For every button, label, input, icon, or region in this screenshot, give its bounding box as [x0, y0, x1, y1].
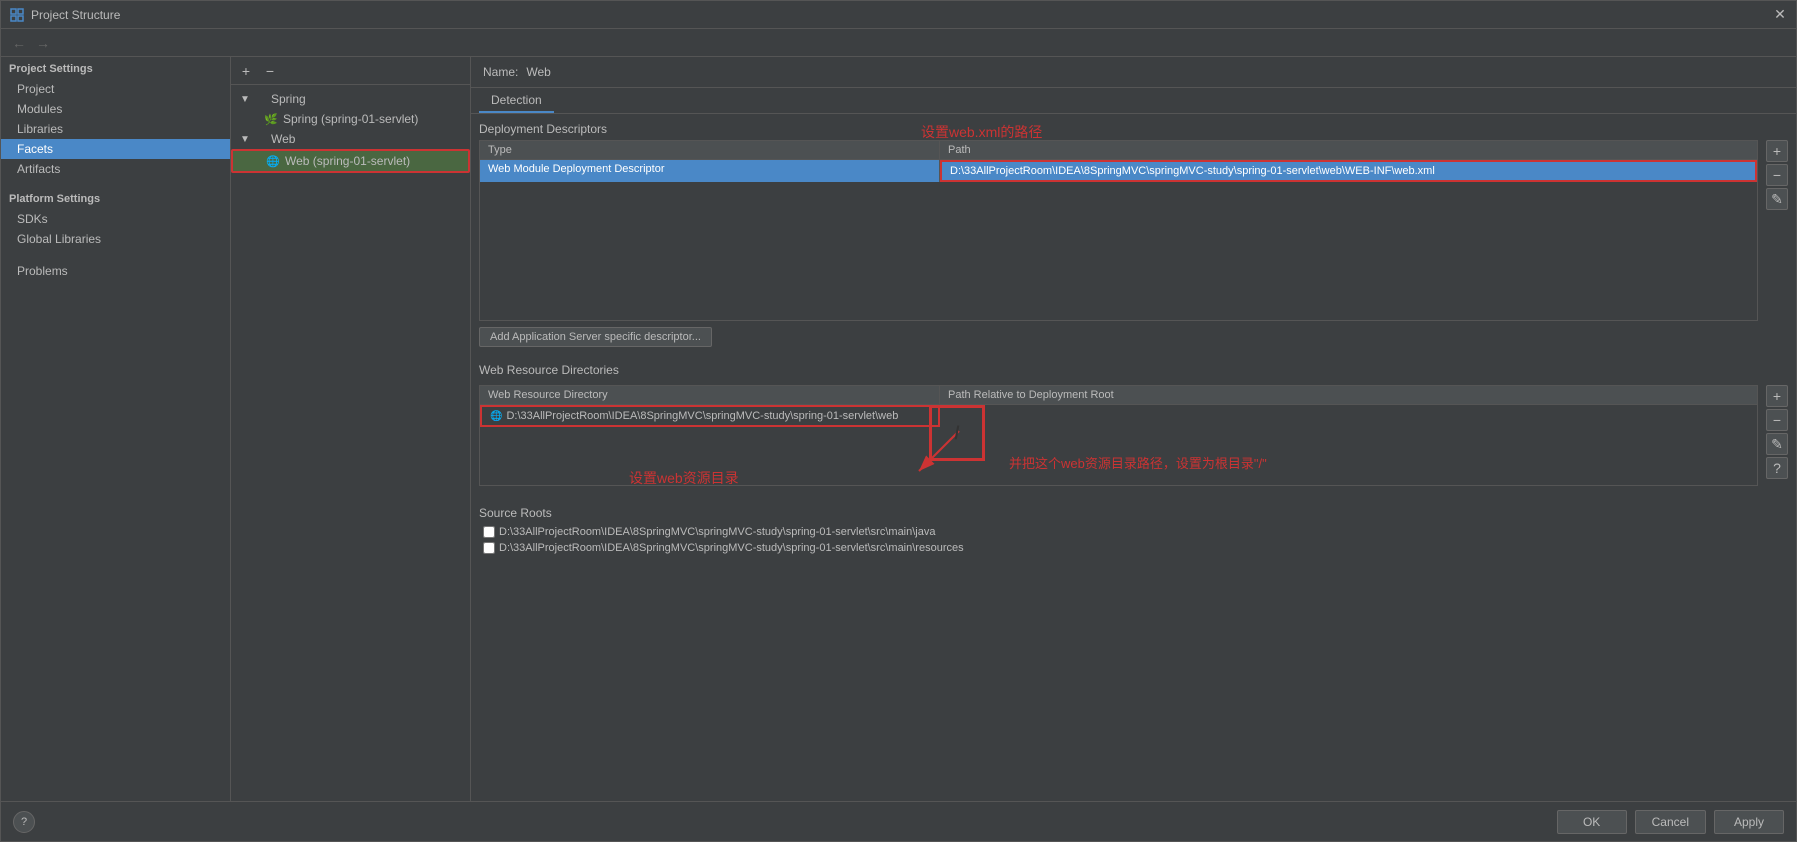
window-controls: ✕ — [1772, 7, 1788, 23]
deployment-table: Type Path Web Module Deployment Descript… — [479, 140, 1758, 321]
tree-node-web[interactable]: ▼ Web — [231, 129, 470, 149]
sidebar-item-facets[interactable]: Facets — [1, 139, 230, 159]
web-resource-header: Web Resource Directory Path Relative to … — [480, 386, 1757, 405]
sidebar-item-project[interactable]: Project — [1, 79, 230, 99]
sidebar-item-sdks[interactable]: SDKs — [1, 209, 230, 229]
deployment-cell-path-0: D:\33AllProjectRoom\IDEA\8SpringMVC\spri… — [940, 160, 1757, 182]
spring-group-label: Spring — [271, 92, 306, 106]
bottom-bar: ? OK Cancel Apply — [1, 801, 1796, 841]
source-roots-section: Source Roots D:\33AllProjectRoom\IDEA\8S… — [479, 506, 1788, 556]
sidebar-item-modules[interactable]: Modules — [1, 99, 230, 119]
web-resource-table: Web Resource Directory Path Relative to … — [479, 385, 1758, 486]
content-panel: Name: Web Detection Deployment Descripto… — [471, 57, 1796, 801]
wr-remove-btn[interactable]: − — [1766, 409, 1788, 431]
wr-add-btn[interactable]: + — [1766, 385, 1788, 407]
facets-tree: ▼ Spring 🌿 Spring (spring-01-servlet) ▼ … — [231, 85, 470, 801]
wr-edit-btn[interactable]: ✎ — [1766, 433, 1788, 455]
sidebar-item-global-libraries[interactable]: Global Libraries — [1, 229, 230, 249]
tabs-bar: Detection — [471, 88, 1796, 114]
project-structure-window: Project Structure ✕ ← → Project Settings… — [0, 0, 1797, 842]
web-group-label: Web — [271, 132, 295, 146]
facets-tree-panel: + − ▼ Spring 🌿 Spring (spring-01-servlet… — [231, 57, 471, 801]
back-button[interactable]: ← — [9, 33, 29, 53]
tree-node-spring[interactable]: ▼ Spring — [231, 89, 470, 109]
deployment-table-container: Type Path Web Module Deployment Descript… — [479, 140, 1758, 321]
web-resource-label: Web Resource Directories — [479, 363, 1788, 377]
deployment-row-0[interactable]: Web Module Deployment Descriptor D:\33Al… — [480, 160, 1757, 182]
deployment-table-body: Web Module Deployment Descriptor D:\33Al… — [480, 160, 1757, 320]
nav-bar: ← → — [1, 29, 1796, 57]
main-content: Project Settings Project Modules Librari… — [1, 57, 1796, 801]
spring-expand-arrow: ▼ — [239, 94, 251, 105]
path-column-header: Path — [940, 141, 1757, 159]
web-resource-section: Web Resource Directories Web Resource Di… — [479, 363, 1788, 486]
deployment-edit-btn[interactable]: ✎ — [1766, 188, 1788, 210]
deployment-side-buttons: + − ✎ — [1766, 140, 1788, 210]
tree-item-spring-servlet[interactable]: 🌿 Spring (spring-01-servlet) — [231, 109, 470, 129]
sidebar-item-libraries[interactable]: Libraries — [1, 119, 230, 139]
cancel-button[interactable]: Cancel — [1635, 810, 1706, 834]
web-resource-body: 🌐 D:\33AllProjectRoom\IDEA\8SpringMVC\sp… — [480, 405, 1757, 485]
wr-dir-header: Web Resource Directory — [480, 386, 940, 404]
close-button[interactable]: ✕ — [1772, 7, 1788, 23]
web-expand-arrow: ▼ — [239, 134, 251, 145]
deployment-descriptors-label: Deployment Descriptors — [479, 122, 1788, 136]
titlebar: Project Structure ✕ — [1, 1, 1796, 29]
wr-path-header: Path Relative to Deployment Root — [940, 386, 1757, 404]
source-root-item-1: D:\33AllProjectRoom\IDEA\8SpringMVC\spri… — [479, 540, 1788, 556]
tree-toolbar: + − — [231, 57, 470, 85]
deployment-add-btn[interactable]: + — [1766, 140, 1788, 162]
web-leaf-icon: 🌐 — [265, 153, 281, 169]
spring-child-label: Spring (spring-01-servlet) — [283, 112, 418, 126]
deployment-descriptors-section: Deployment Descriptors 设置web.xml的路径 Type… — [479, 122, 1788, 347]
name-value: Web — [526, 65, 550, 79]
sidebar: Project Settings Project Modules Librari… — [1, 57, 231, 801]
sidebar-item-problems[interactable]: Problems — [1, 261, 230, 281]
sidebar-item-artifacts[interactable]: Artifacts — [1, 159, 230, 179]
web-resource-table-row: Web Resource Directory Path Relative to … — [479, 385, 1788, 486]
spring-leaf-icon: 🌿 — [263, 111, 279, 127]
wr-dir-cell-0: 🌐 D:\33AllProjectRoom\IDEA\8SpringMVC\sp… — [480, 405, 940, 427]
deployment-cell-type-0: Web Module Deployment Descriptor — [480, 160, 940, 182]
web-group-icon — [251, 131, 267, 147]
name-label: Name: — [483, 65, 518, 79]
source-root-path-0: D:\33AllProjectRoom\IDEA\8SpringMVC\spri… — [499, 526, 935, 538]
apply-button[interactable]: Apply — [1714, 810, 1784, 834]
remove-facet-button[interactable]: − — [259, 60, 281, 82]
wr-help-btn[interactable]: ? — [1766, 457, 1788, 479]
app-icon — [9, 7, 25, 23]
ok-button[interactable]: OK — [1557, 810, 1627, 834]
web-child-label: Web (spring-01-servlet) — [285, 154, 410, 168]
project-settings-header: Project Settings — [1, 57, 230, 79]
add-descriptor-wrapper: Add Application Server specific descript… — [479, 327, 1788, 347]
web-resource-side-buttons: + − ✎ ? — [1766, 385, 1788, 479]
help-button[interactable]: ? — [13, 811, 35, 833]
window-title: Project Structure — [31, 8, 1772, 22]
source-roots-list: D:\33AllProjectRoom\IDEA\8SpringMVC\spri… — [479, 524, 1788, 556]
source-root-item-0: D:\33AllProjectRoom\IDEA\8SpringMVC\spri… — [479, 524, 1788, 540]
add-facet-button[interactable]: + — [235, 60, 257, 82]
tab-detection[interactable]: Detection — [479, 88, 554, 113]
tree-item-web-servlet[interactable]: 🌐 Web (spring-01-servlet) — [231, 149, 470, 173]
platform-settings-header: Platform Settings — [1, 187, 230, 209]
source-root-checkbox-1[interactable] — [483, 542, 495, 554]
deployment-table-row: Type Path Web Module Deployment Descript… — [479, 140, 1788, 321]
source-root-path-1: D:\33AllProjectRoom\IDEA\8SpringMVC\spri… — [499, 542, 964, 554]
source-root-checkbox-0[interactable] — [483, 526, 495, 538]
web-resource-table-container: Web Resource Directory Path Relative to … — [479, 385, 1758, 486]
forward-button[interactable]: → — [33, 33, 53, 53]
spring-group-icon — [251, 91, 267, 107]
content-header: Name: Web — [471, 57, 1796, 88]
type-column-header: Type — [480, 141, 940, 159]
content-body: Deployment Descriptors 设置web.xml的路径 Type… — [471, 114, 1796, 801]
web-resource-row-0[interactable]: 🌐 D:\33AllProjectRoom\IDEA\8SpringMVC\sp… — [480, 405, 1757, 427]
deployment-table-header: Type Path — [480, 141, 1757, 160]
wr-path-cell-0 — [940, 413, 1757, 419]
source-roots-label: Source Roots — [479, 506, 1788, 520]
deployment-remove-btn[interactable]: − — [1766, 164, 1788, 186]
add-descriptor-button[interactable]: Add Application Server specific descript… — [479, 327, 712, 347]
